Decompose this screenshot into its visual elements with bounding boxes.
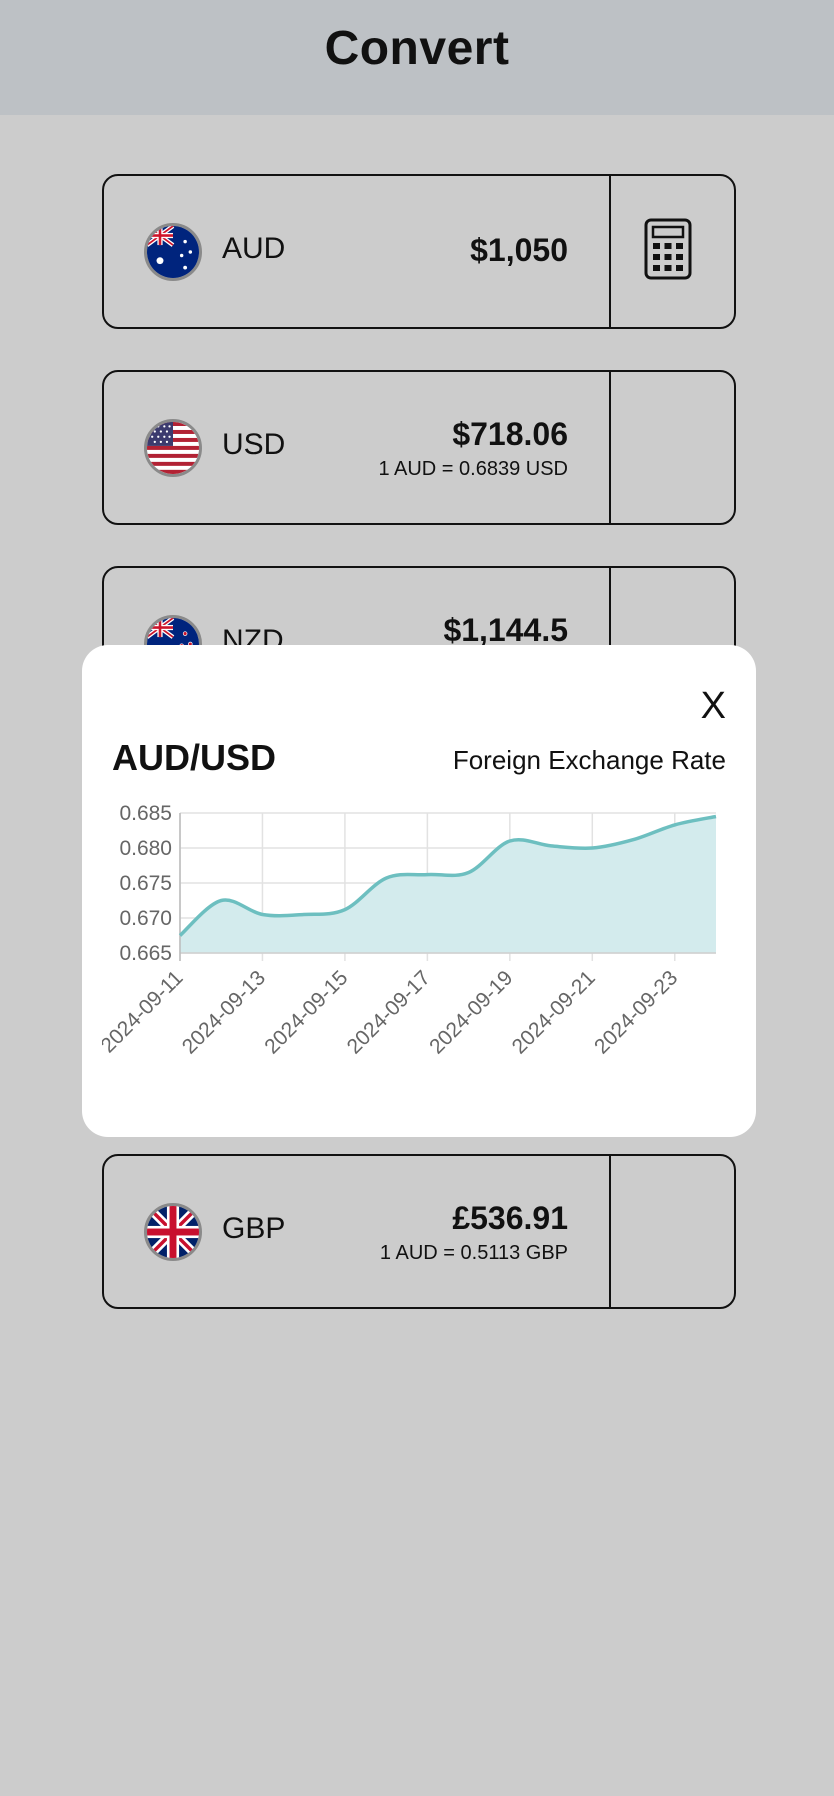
x-tick-label: 2024-09-19 — [425, 966, 517, 1058]
area-fill — [180, 816, 716, 953]
x-tick-label: 2024-09-23 — [590, 966, 682, 1058]
currency-amount[interactable]: $1,144.5 — [443, 612, 568, 649]
currency-amount[interactable]: £536.91 — [452, 1200, 568, 1237]
currency-amount[interactable]: $718.06 — [452, 416, 568, 453]
card-divider — [609, 372, 611, 523]
y-tick-label: 0.680 — [119, 837, 172, 860]
x-tick-label: 2024-09-11 — [102, 966, 188, 1057]
currency-code: USD — [222, 428, 286, 461]
y-tick-label: 0.685 — [119, 803, 172, 825]
currency-card-gbp[interactable]: GBP £536.91 1 AUD = 0.5113 GBP — [102, 1154, 736, 1309]
currency-code: GBP — [222, 1212, 286, 1245]
currency-card-aud[interactable]: AUD $1,050 — [102, 174, 736, 329]
exchange-rate-chart: 0.6650.6700.6750.6800.6852024-09-112024-… — [102, 803, 717, 1058]
exchange-rate-text: 1 AUD = 0.5113 GBP — [379, 1242, 568, 1264]
currency-code: AUD — [222, 232, 286, 265]
y-tick-label: 0.675 — [119, 872, 172, 895]
calculator-icon[interactable] — [644, 218, 692, 280]
exchange-rate-text: 1 AUD = 0.6839 USD — [378, 458, 568, 480]
united-states-flag-icon — [144, 419, 202, 477]
x-tick-label: 2024-09-15 — [260, 966, 352, 1058]
currency-pair-title: AUD/USD — [112, 737, 277, 778]
chart-subtitle: Foreign Exchange Rate — [452, 745, 726, 775]
close-button[interactable]: X — [701, 687, 726, 725]
app-header: Convert — [0, 0, 834, 115]
x-tick-label: 2024-09-21 — [508, 966, 600, 1058]
exchange-rate-modal: X AUD/USD Foreign Exchange Rate 0.665 0.6… — [82, 645, 756, 1137]
card-divider — [609, 176, 611, 327]
united-kingdom-flag-icon — [144, 1203, 202, 1261]
page-title: Convert — [324, 22, 510, 75]
currency-amount-input[interactable]: $1,050 — [470, 232, 568, 269]
x-tick-label: 2024-09-17 — [343, 966, 435, 1058]
currency-card-usd[interactable]: USD $718.06 1 AUD = 0.6839 USD — [102, 370, 736, 525]
x-tick-label: 2024-09-13 — [178, 966, 270, 1058]
card-divider — [609, 1156, 611, 1307]
australia-flag-icon — [144, 223, 202, 281]
y-tick-label: 0.665 — [119, 942, 172, 965]
y-tick-label: 0.670 — [119, 907, 172, 930]
